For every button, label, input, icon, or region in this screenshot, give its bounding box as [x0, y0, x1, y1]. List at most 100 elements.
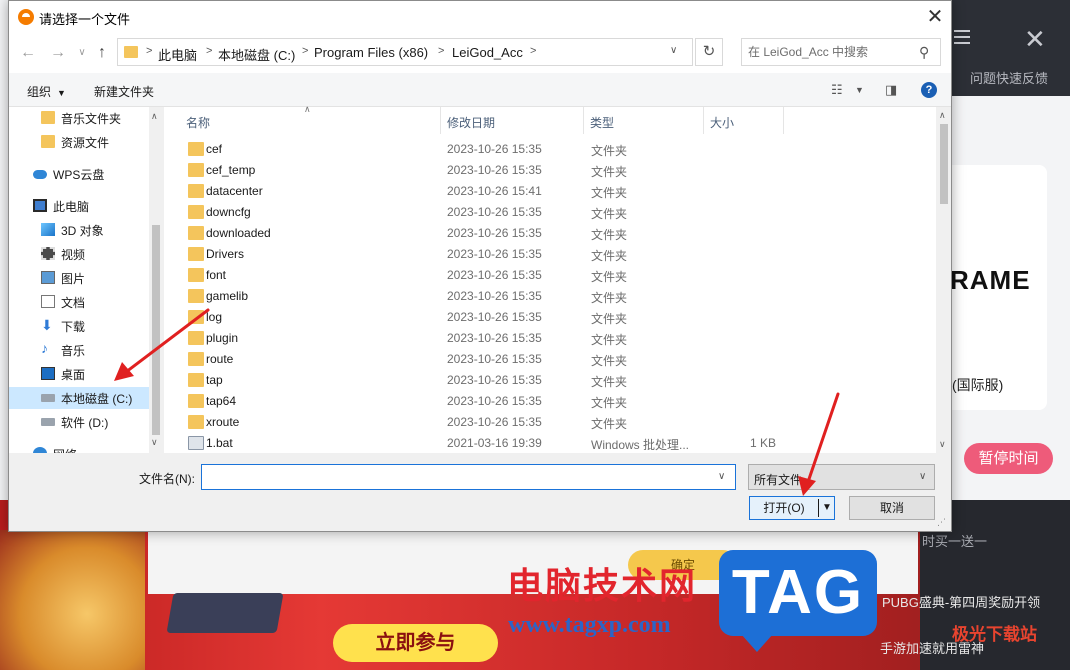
forward-arrow-icon[interactable]: → [47, 42, 69, 64]
game-card[interactable]: RAME (国际服) [950, 165, 1047, 410]
menu-icon[interactable] [954, 30, 970, 44]
pause-time-button[interactable]: 暂停时间 [964, 443, 1053, 474]
preview-pane-icon[interactable]: ◨ [885, 82, 897, 98]
chevron-right-icon[interactable]: > [146, 45, 152, 57]
breadcrumb-item[interactable]: 此电脑 [158, 45, 197, 64]
file-row[interactable]: tap 2023-10-26 15:35 文件夹 [164, 370, 934, 391]
file-row[interactable]: downcfg 2023-10-26 15:35 文件夹 [164, 202, 934, 223]
file-row[interactable]: plugin 2023-10-26 15:35 文件夹 [164, 328, 934, 349]
back-arrow-icon[interactable]: ← [17, 42, 39, 64]
search-box[interactable]: ⚲ [741, 38, 941, 66]
watermark-text: 电脑技术网 [507, 565, 698, 606]
open-button[interactable]: 打开(O) ▼ [749, 496, 835, 520]
view-dropdown-icon[interactable]: ▼ [855, 85, 864, 95]
file-row[interactable]: route 2023-10-26 15:35 文件夹 [164, 349, 934, 370]
nav-item-3d-objects[interactable]: 3D 对象 [9, 219, 149, 241]
file-row[interactable]: 1.bat 2021-03-16 19:39 Windows 批处理... 1 KB [164, 433, 934, 454]
address-bar[interactable]: > 此电脑 > 本地磁盘 (C:) > Program Files (x86) … [117, 38, 693, 66]
file-row[interactable]: font 2023-10-26 15:35 文件夹 [164, 265, 934, 286]
nav-item-this-pc[interactable]: 此电脑 [9, 195, 149, 217]
nav-item-local-disk-c[interactable]: 本地磁盘 (C:) [9, 387, 149, 409]
file-modified: 2023-10-26 15:35 [447, 142, 542, 156]
chevron-right-icon[interactable]: > [302, 45, 308, 57]
folder-icon [188, 268, 204, 282]
nav-item-network[interactable]: 网络 [9, 443, 149, 453]
breadcrumb-item[interactable]: 本地磁盘 (C:) [218, 45, 295, 64]
filename-input[interactable] [206, 468, 706, 486]
column-header-modified[interactable]: 修改日期 [441, 107, 584, 134]
open-button-label[interactable]: 打开(O) [750, 497, 818, 519]
dialog-close-button[interactable]: ✕ [921, 3, 949, 31]
scroll-down-icon[interactable]: ∨ [939, 439, 946, 450]
file-row[interactable]: cef 2023-10-26 15:35 文件夹 [164, 139, 934, 160]
up-arrow-icon[interactable]: ↑ [91, 42, 113, 64]
watermark-site: 极光下载站 [952, 625, 1037, 644]
nav-item-videos[interactable]: 视频 [9, 243, 149, 265]
nav-item-music[interactable]: ♪ 音乐 [9, 339, 149, 361]
chevron-right-icon[interactable]: > [206, 45, 212, 57]
file-row[interactable]: tap64 2023-10-26 15:35 文件夹 [164, 391, 934, 412]
column-header-type[interactable]: 类型 [584, 107, 704, 134]
cancel-button[interactable]: 取消 [849, 496, 935, 520]
file-type: 文件夹 [591, 165, 628, 179]
nav-item-music-folder[interactable]: 音乐文件夹 [9, 107, 149, 129]
join-now-button[interactable]: 立即参与 [333, 624, 498, 662]
scroll-down-icon[interactable]: ∨ [151, 437, 158, 448]
refresh-icon[interactable]: ↻ [695, 38, 723, 66]
chevron-down-icon[interactable]: ∨ [718, 471, 725, 482]
recent-chevron-icon[interactable]: ∨ [71, 42, 93, 64]
scroll-thumb[interactable] [940, 124, 948, 204]
file-row[interactable]: cef_temp 2023-10-26 15:35 文件夹 [164, 160, 934, 181]
organize-menu[interactable]: 组织 ▼ [27, 83, 66, 100]
file-modified: 2023-10-26 15:35 [447, 352, 542, 366]
file-type: 文件夹 [591, 312, 628, 326]
file-size: 1 KB [749, 436, 776, 450]
file-type: 文件夹 [591, 396, 628, 410]
nav-scrollbar[interactable]: ∧ ∨ [149, 107, 163, 453]
scroll-thumb[interactable] [152, 225, 160, 435]
nav-item-downloads[interactable]: ⬇ 下载 [9, 315, 149, 337]
file-row[interactable]: downloaded 2023-10-26 15:35 文件夹 [164, 223, 934, 244]
file-name: downloaded [206, 226, 271, 240]
search-input[interactable] [748, 43, 908, 61]
chevron-down-icon[interactable]: ∨ [919, 471, 926, 482]
column-header-name[interactable]: 名称 ∧ [164, 104, 441, 134]
open-options-dropdown-icon[interactable]: ▼ [822, 502, 832, 513]
chevron-right-icon[interactable]: > [438, 45, 444, 57]
new-folder-button[interactable]: 新建文件夹 [94, 83, 154, 100]
scroll-up-icon[interactable]: ∧ [939, 110, 946, 121]
file-list-scrollbar[interactable]: ∧ ∨ [936, 107, 951, 453]
filename-combobox[interactable]: ∨ [201, 464, 736, 490]
news-link[interactable]: PUBG盛典-第四周奖励开领 [882, 592, 1040, 611]
file-row[interactable]: gamelib 2023-10-26 15:35 文件夹 [164, 286, 934, 307]
breadcrumb-item[interactable]: LeiGod_Acc [452, 45, 523, 60]
column-header-size[interactable]: 大小 [704, 107, 784, 134]
nav-item-wps-cloud[interactable]: WPS云盘 [9, 163, 149, 185]
watermark-tag-logo: TAG [719, 550, 877, 652]
file-name: Drivers [206, 247, 244, 261]
chevron-down-icon[interactable]: ∨ [670, 45, 677, 56]
folder-icon [188, 163, 204, 177]
nav-item-pictures[interactable]: 图片 [9, 267, 149, 289]
chevron-right-icon[interactable]: > [530, 45, 536, 57]
nav-item-resources[interactable]: 资源文件 [9, 131, 149, 153]
view-options-icon[interactable]: ☷ [831, 82, 843, 98]
nav-item-software-d[interactable]: 软件 (D:) [9, 411, 149, 433]
folder-icon [124, 46, 138, 58]
app-close-icon[interactable]: ✕ [1024, 26, 1046, 52]
file-row[interactable]: datacenter 2023-10-26 15:41 文件夹 [164, 181, 934, 202]
scroll-up-icon[interactable]: ∧ [151, 111, 158, 122]
help-icon[interactable]: ? [921, 82, 937, 98]
resize-grip-icon[interactable]: ⋰ [937, 517, 946, 528]
file-row[interactable]: log 2023-10-26 15:35 文件夹 [164, 307, 934, 328]
search-icon[interactable]: ⚲ [919, 44, 935, 60]
filetype-select[interactable]: 所有文件 ∨ [748, 464, 935, 490]
file-modified: 2023-10-26 15:35 [447, 373, 542, 387]
file-row[interactable]: Drivers 2023-10-26 15:35 文件夹 [164, 244, 934, 265]
nav-item-desktop[interactable]: 桌面 [9, 363, 149, 385]
file-row[interactable]: xroute 2023-10-26 15:35 文件夹 [164, 412, 934, 433]
computer-icon [33, 199, 47, 212]
nav-item-documents[interactable]: 文档 [9, 291, 149, 313]
feedback-link[interactable]: 问题快速反馈 [950, 68, 1070, 87]
breadcrumb-item[interactable]: Program Files (x86) [314, 45, 428, 60]
